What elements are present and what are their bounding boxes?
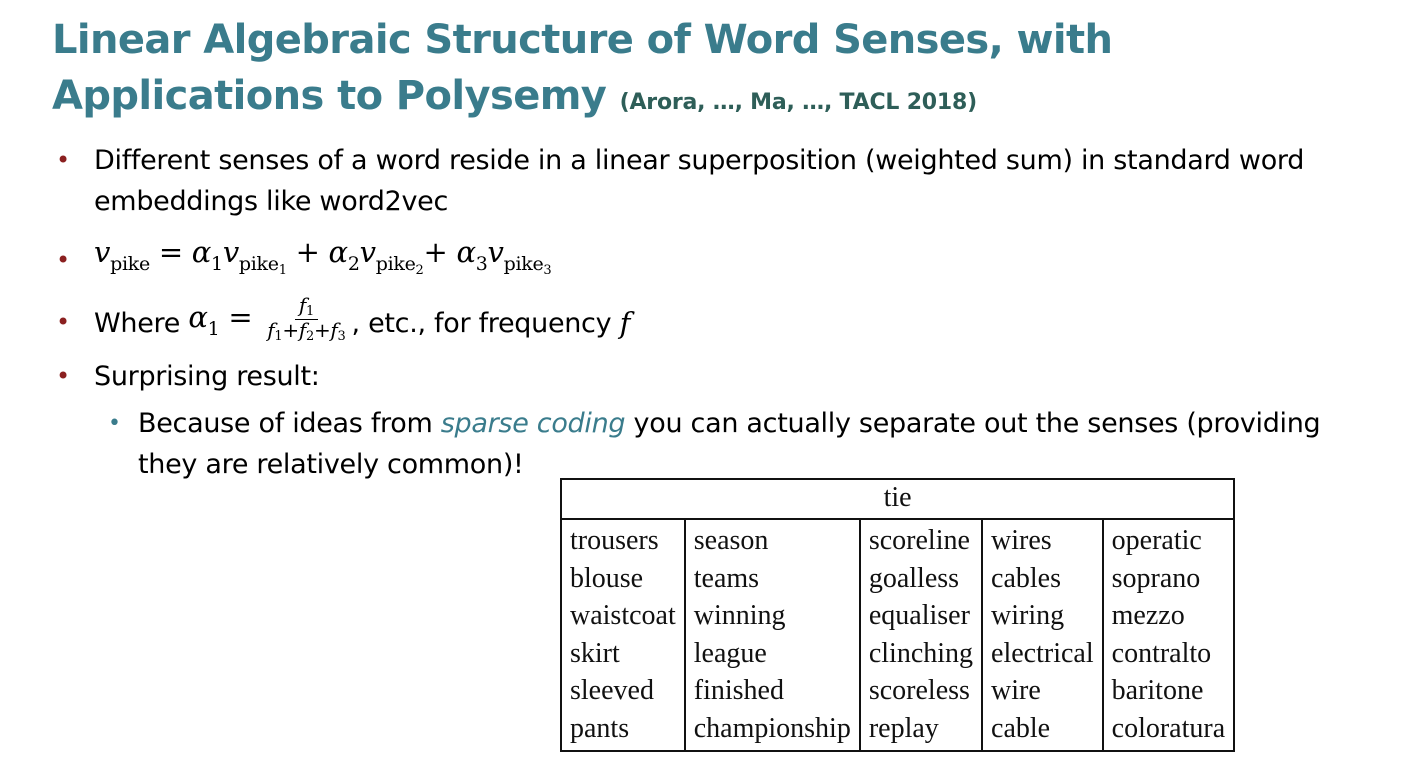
- table-row: sleeved finished scoreless wire baritone: [560, 672, 1236, 710]
- table-cell: scoreline: [858, 519, 984, 560]
- table-cell: equaliser: [858, 597, 984, 635]
- bullet-text: Different senses of a word reside in a l…: [94, 145, 1305, 217]
- table-row: pants championship replay cable coloratu…: [560, 709, 1236, 752]
- bullet-item-weights: • Where α1 = f1 f1+f2+f3 , etc., for fre…: [56, 294, 1386, 352]
- sub-bullet-marker: •: [108, 411, 121, 436]
- frequency-fraction: f1 f1+f2+f3: [267, 293, 346, 345]
- bullet-marker: •: [56, 146, 70, 174]
- table-cell: soprano: [1101, 559, 1236, 598]
- table-row: blouse teams goalless cables soprano: [560, 559, 1236, 598]
- table-cell: coloratura: [1101, 709, 1236, 752]
- table-cell: winning: [683, 597, 861, 635]
- table-header-tie: tie: [559, 478, 1236, 520]
- bullet-text: Surprising result:: [94, 361, 320, 392]
- table-cell: waistcoat: [560, 597, 686, 635]
- alpha-definition: α1 = f1 f1+f2+f3: [188, 295, 351, 350]
- frequency-variable: f: [619, 305, 631, 340]
- table-cell: wiring: [981, 597, 1104, 635]
- bullet-text-suffix: , etc., for frequency: [351, 307, 612, 339]
- table-cell: trousers: [560, 519, 686, 560]
- bullet-item-equation: • vpike = α1vpike1 + α2vpike2+ α3vpike3: [56, 230, 1386, 292]
- table-cell: pants: [560, 709, 686, 752]
- tie-senses-table: tie trousers season scoreline wires oper…: [559, 478, 1236, 752]
- tie-senses-table-wrap: tie trousers season scoreline wires oper…: [559, 478, 1322, 752]
- table-cell: scoreless: [858, 672, 984, 710]
- table-cell: mezzo: [1101, 597, 1236, 635]
- table-cell: wires: [981, 519, 1104, 560]
- table-cell: goalless: [858, 559, 984, 598]
- slide-title: Linear Algebraic Structure of Word Sense…: [52, 12, 1382, 131]
- table-row: skirt league clinching electrical contra…: [560, 634, 1236, 673]
- sub-bullet-text-before: Because of ideas from: [138, 408, 433, 439]
- table-cell: wire: [981, 672, 1104, 710]
- table-cell: baritone: [1101, 672, 1236, 710]
- slide-citation: (Arora, …, Ma, …, TACL 2018): [619, 90, 978, 115]
- bullet-text-prefix: Where: [94, 307, 181, 339]
- table-cell: operatic: [1101, 519, 1236, 560]
- table-cell: season: [683, 519, 861, 560]
- table-cell: blouse: [560, 559, 686, 598]
- bullet-item-superposition: • Different senses of a word reside in a…: [56, 140, 1386, 222]
- table-row: waistcoat winning equaliser wiring mezzo: [560, 597, 1236, 635]
- sub-bullet-sparse-coding: • Because of ideas from sparse coding yo…: [56, 403, 1386, 485]
- table-cell: replay: [858, 709, 984, 752]
- table-cell: skirt: [560, 634, 686, 673]
- pike-equation: vpike = α1vpike1 + α2vpike2+ α3vpike3: [94, 234, 552, 278]
- table-cell: clinching: [858, 634, 984, 673]
- table-header-row: tie: [559, 478, 1236, 520]
- table-cell: finished: [683, 672, 861, 710]
- bullet-marker: •: [56, 362, 70, 390]
- bullet-marker: •: [56, 308, 70, 336]
- table-cell: cable: [981, 709, 1104, 752]
- table-cell: league: [683, 634, 861, 673]
- table-cell: cables: [981, 559, 1104, 598]
- table-cell: contralto: [1101, 634, 1236, 673]
- table-cell: electrical: [981, 634, 1104, 673]
- bullet-item-result: • Surprising result:: [56, 356, 1386, 397]
- table-cell: sleeved: [560, 672, 686, 710]
- bullet-marker: •: [56, 246, 70, 274]
- table-cell: championship: [683, 709, 861, 752]
- bullet-list: • Different senses of a word reside in a…: [56, 140, 1386, 485]
- table-row: trousers season scoreline wires operatic: [560, 519, 1236, 560]
- table-cell: teams: [683, 559, 861, 598]
- sparse-coding-term: sparse coding: [440, 408, 626, 439]
